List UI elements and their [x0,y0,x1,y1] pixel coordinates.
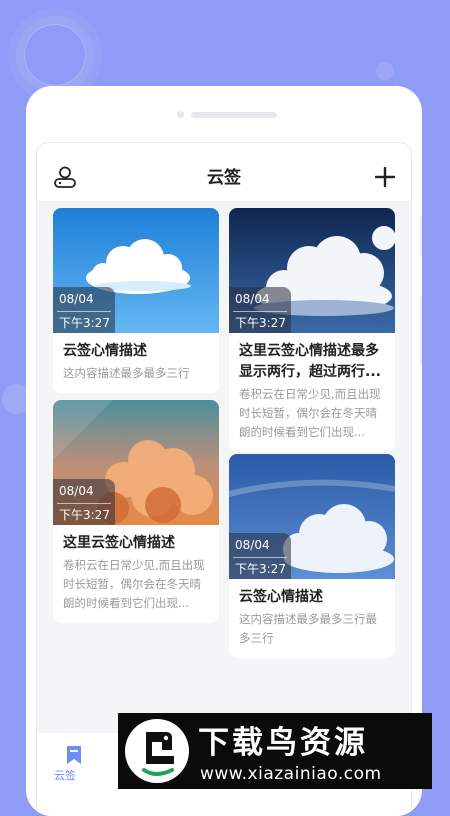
note-date: 08/04 [235,292,270,306]
decor-ring [24,24,86,86]
note-card[interactable]: 08/04 下午3:27 这里云签心情描述 卷积云在日常少见,而且出现时长短暂，… [53,400,219,623]
phone-frame: 云签 08/04 下午3:27 云签心情描述 这内容描述最多最多三行 08/04… [26,86,422,816]
note-description: 这内容描述最多最多三行 [63,366,190,380]
note-title: 这里云签心情描述最多显示两行，超过两行... [239,343,381,380]
watermark-brand: 下载鸟资源 [198,725,368,761]
note-title: 云签心情描述 [239,589,323,605]
date-badge: 08/04 下午3:27 [229,287,291,333]
app-header: 云签 [37,143,411,202]
date-badge: 08/04 下午3:27 [53,479,115,525]
speaker-grille [191,112,277,118]
decor-bubble [376,62,394,80]
page-title: 云签 [207,168,241,188]
note-card[interactable]: 08/04 下午3:27 这里云签心情描述最多显示两行，超过两行... 卷积云在… [229,208,395,452]
note-date: 08/04 [59,292,94,306]
note-card[interactable]: 08/04 下午3:27 云签心情描述 这内容描述最多最多三行最多三行 [229,454,395,658]
note-time: 下午3:27 [59,508,110,522]
bookmark-icon [67,746,81,764]
date-badge: 08/04 下午3:27 [229,533,291,579]
note-date: 08/04 [59,484,94,498]
note-time: 下午3:27 [235,316,286,330]
cloud-image: 08/04 下午3:27 [229,208,395,333]
bird-logo-icon [125,719,189,783]
note-time: 下午3:27 [235,562,286,576]
side-button [420,296,422,366]
watermark-url: www.xiazainiao.com [200,764,382,784]
note-description: 卷积云在日常少见,而且出现时长短暂，偶尔会在冬天晴朗的时候看到它们出现... [239,387,381,439]
note-card[interactable]: 08/04 下午3:27 云签心情描述 这内容描述最多最多三行 [53,208,219,393]
note-title: 这里云签心情描述 [63,535,175,551]
tab-label: 云签 [54,769,76,782]
note-description: 卷积云在日常少见,而且出现时长短暂，偶尔会在冬天晴朗的时候看到它们出现... [63,558,205,610]
note-description: 这内容描述最多最多三行最多三行 [239,612,377,645]
note-time: 下午3:27 [59,316,110,330]
date-badge: 08/04 下午3:27 [53,287,115,333]
side-button [420,216,422,256]
note-date: 08/04 [235,538,270,552]
cloud-image: 08/04 下午3:27 [229,454,395,579]
cloud-image: 08/04 下午3:27 [53,400,219,525]
add-icon[interactable] [375,167,395,187]
note-title: 云签心情描述 [63,343,147,359]
camera-dot [177,111,184,118]
cloud-image: 08/04 下午3:27 [53,208,219,333]
watermark-banner: 下载鸟资源 www.xiazainiao.com [118,713,432,789]
